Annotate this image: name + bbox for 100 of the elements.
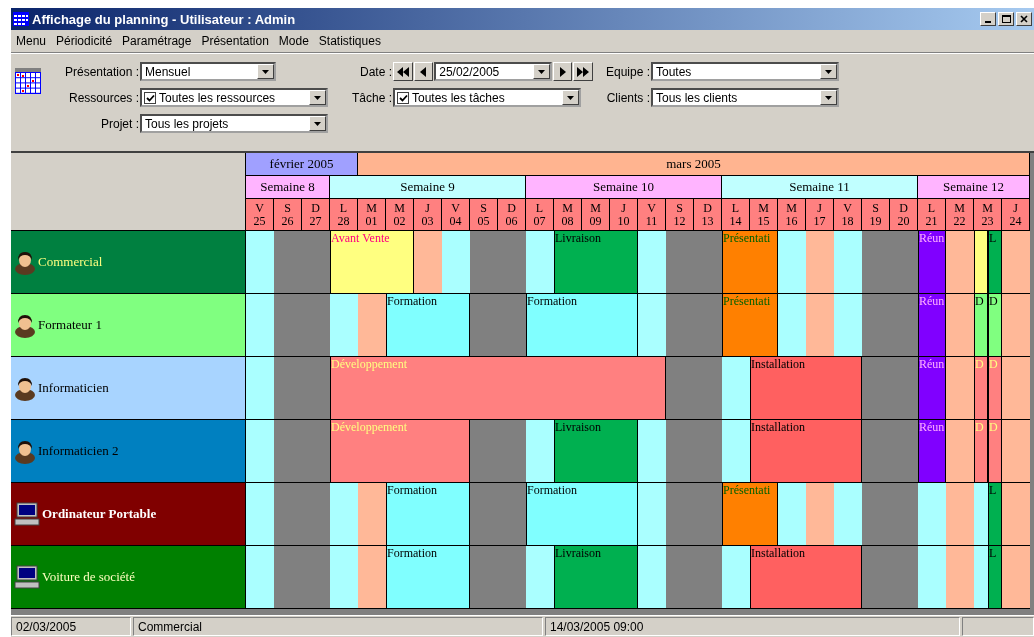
status-panel: Commercial [133, 617, 543, 636]
dropdown-field[interactable]: Toutes [651, 62, 839, 81]
day-header: S 19 [862, 199, 890, 231]
person-icon [14, 438, 36, 464]
caret-icon [314, 95, 321, 100]
dropdown-button[interactable] [309, 116, 326, 131]
day-header: M 15 [750, 199, 778, 231]
window-title: Affichage du planning - Utilisateur : Admin [32, 11, 297, 27]
resource-name: Informaticien 2 [38, 443, 119, 459]
day-header: M 08 [554, 199, 582, 231]
dropdown-button[interactable] [309, 90, 326, 105]
day-header: D 27 [302, 199, 330, 231]
day-header: S 12 [666, 199, 694, 231]
day-header: J 17 [806, 199, 834, 231]
field-label: Projet : [101, 116, 139, 131]
task-label: Réun [919, 232, 945, 245]
task-label: Présentati [723, 232, 771, 245]
task-label: Réun [919, 421, 945, 434]
day-header: L 07 [526, 199, 554, 231]
menu-item[interactable]: Présentation [196, 32, 274, 50]
field-label: Présentation : [64, 64, 139, 79]
menu-item[interactable]: Statistiques [313, 32, 386, 50]
resource-name: Commercial [38, 254, 103, 270]
status-panel: 14/03/2005 09:00 [545, 617, 960, 636]
caret-icon [567, 95, 574, 100]
task-label: Présentati [723, 295, 771, 308]
status-panel [962, 617, 1034, 636]
task-label: Installation [751, 421, 805, 434]
dropdown-field[interactable]: Tous les projets [140, 114, 328, 133]
day-header: S 05 [470, 199, 498, 231]
task-label: D [989, 295, 998, 308]
task-label: L [989, 547, 997, 560]
person-icon [14, 312, 36, 338]
caret-icon [314, 121, 321, 126]
week-header: Semaine 8 [246, 176, 330, 199]
last-button[interactable] [573, 62, 593, 81]
week-header: Semaine 10 [526, 176, 722, 199]
calendar-icon [15, 68, 41, 94]
menu-item[interactable]: Menu [11, 32, 52, 50]
next-button[interactable] [552, 62, 573, 81]
task-label: Présentati [723, 484, 771, 497]
task-label: Livraison [555, 421, 601, 434]
computer-icon [14, 565, 40, 589]
dropdown-field[interactable]: Tous les clients [651, 88, 839, 107]
dropdown-button[interactable] [820, 90, 837, 105]
day-header: D 13 [694, 199, 722, 231]
task-label: Formation [387, 547, 437, 560]
day-header: V 04 [442, 199, 470, 231]
task-label: D [989, 358, 998, 371]
dropdown-button[interactable] [562, 90, 579, 105]
resource-name: Informaticien [38, 380, 109, 396]
task-label: Réun [919, 358, 945, 371]
maximize-button[interactable] [998, 12, 1014, 26]
day-header: M 16 [778, 199, 806, 231]
task-label: Formation [527, 484, 577, 497]
caret-icon [825, 69, 832, 74]
double-left-arrow-icon [396, 66, 409, 77]
task-label: Avant Vente [331, 232, 390, 245]
double-right-arrow-icon [577, 66, 590, 77]
minimize-button[interactable] [980, 12, 996, 26]
caret-icon [825, 95, 832, 100]
task-label: Développement [331, 421, 407, 434]
day-header: D 06 [498, 199, 526, 231]
menu-item[interactable]: Périodicité [51, 32, 118, 50]
checkbox[interactable] [397, 91, 409, 104]
day-header: V 11 [638, 199, 666, 231]
day-header: L 14 [722, 199, 750, 231]
dropdown-field[interactable]: Toutes les tâches [393, 88, 581, 107]
task-label: D [975, 421, 984, 434]
previous-button[interactable] [413, 62, 434, 81]
task-label: D [975, 358, 984, 371]
close-icon [1020, 15, 1028, 23]
field-label: Tâche : [351, 90, 392, 105]
dropdown-button[interactable] [820, 64, 837, 79]
day-header: D 20 [890, 199, 918, 231]
dropdown-field[interactable]: Mensuel [140, 62, 276, 81]
dropdown-button[interactable] [257, 64, 274, 79]
day-header: V 25 [246, 199, 274, 231]
menu-item[interactable]: Mode [273, 32, 314, 50]
task-label: L [989, 232, 997, 245]
resource-name: Voiture de société [42, 569, 135, 585]
date-field[interactable]: 25/02/2005 [434, 62, 552, 81]
checkbox[interactable] [144, 91, 156, 104]
task-label: D [975, 295, 984, 308]
week-header: Semaine 12 [918, 176, 1030, 199]
week-header: Semaine 11 [722, 176, 918, 199]
task-label: Développement [331, 358, 407, 371]
task-label: Formation [387, 295, 437, 308]
dropdown-button[interactable] [532, 64, 550, 79]
left-arrow-icon [420, 66, 427, 77]
menu-item[interactable]: Paramétrage [117, 32, 197, 50]
task-label: L [989, 484, 997, 497]
day-header: S 26 [274, 199, 302, 231]
day-header: L 28 [330, 199, 358, 231]
day-header: M 01 [358, 199, 386, 231]
first-button[interactable] [393, 62, 413, 81]
month-header: février 2005 [246, 153, 358, 176]
dropdown-field[interactable]: Toutes les ressources [140, 88, 328, 107]
task-label: D [989, 421, 998, 434]
close-button[interactable] [1016, 12, 1032, 26]
